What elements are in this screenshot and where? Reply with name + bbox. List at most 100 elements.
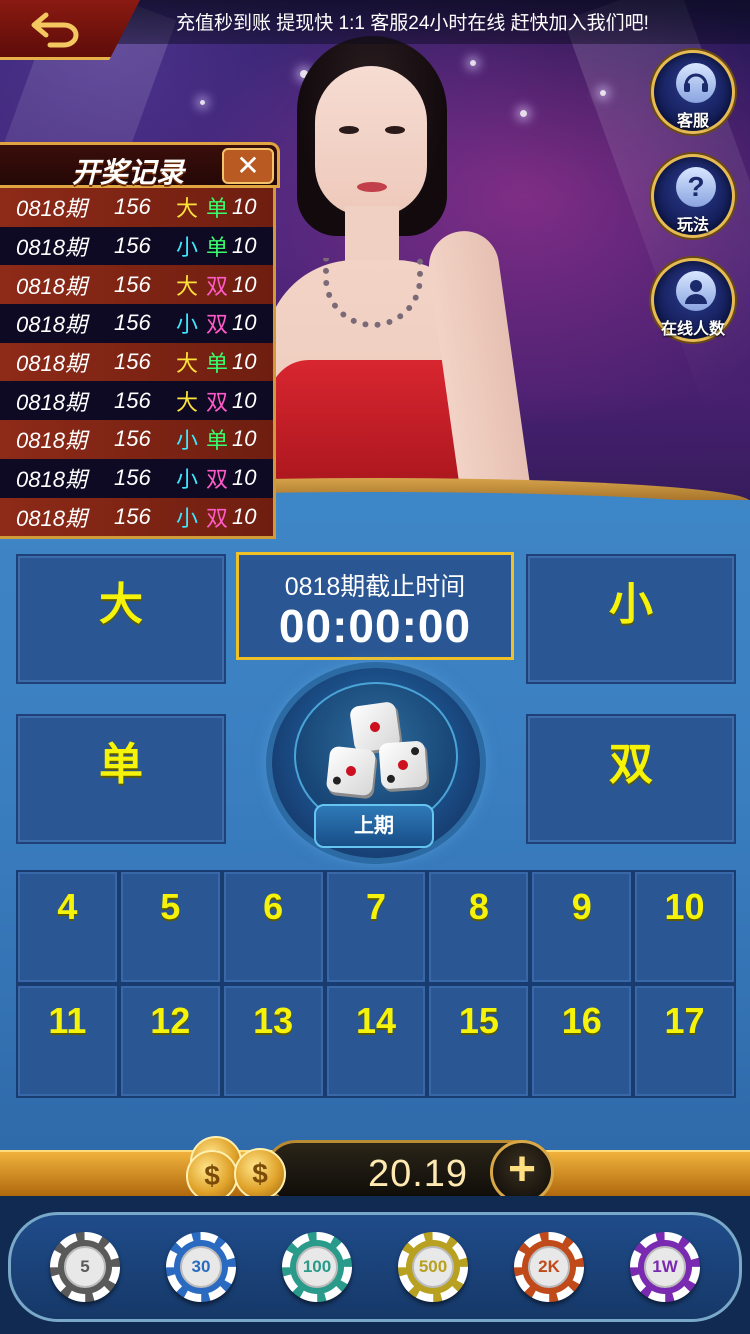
close-history-button[interactable]: ✕ xyxy=(222,148,274,184)
bet-sum-cell[interactable]: 15 xyxy=(429,986,529,1096)
announcement-marquee: 充值秒到账 提现快 1:1 客服24小时在线 赶快加入我们吧! xyxy=(176,13,649,34)
history-parity: 单 xyxy=(205,428,228,454)
bet-sum-label: 8 xyxy=(468,886,489,927)
history-period: 0818期 xyxy=(16,467,87,493)
draw-history-panel: 开奖记录 ✕ 0818期 156 大 单 10 0818期 156 小 单 10… xyxy=(0,142,280,540)
customer-service-button[interactable]: 客服 xyxy=(651,50,735,134)
bet-odd[interactable]: 单 xyxy=(16,714,226,844)
chip-label: 2K xyxy=(528,1246,570,1288)
history-size: 大 xyxy=(175,389,198,415)
history-sum: 156 xyxy=(114,310,151,336)
bet-sum-cell[interactable]: 4 xyxy=(18,872,117,982)
bet-sum-cell[interactable]: 10 xyxy=(635,872,734,982)
bet-sum-label: 11 xyxy=(48,1000,87,1041)
history-size: 小 xyxy=(175,312,198,338)
rules-button[interactable]: ? 玩法 xyxy=(651,154,735,238)
online-users-label: 在线人数 xyxy=(660,321,725,338)
history-period: 0818期 xyxy=(16,428,87,454)
history-row: 0818期 156 小 单 10 xyxy=(0,226,273,266)
bet-even[interactable]: 双 xyxy=(526,714,736,844)
history-value: 10 xyxy=(232,194,257,220)
rules-label: 玩法 xyxy=(676,217,709,234)
bet-sum-label: 17 xyxy=(664,1000,705,1041)
history-row: 0818期 156 小 双 10 xyxy=(0,497,273,537)
dice-button[interactable]: 上期 xyxy=(272,668,480,858)
history-period: 0818期 xyxy=(16,235,87,261)
history-parity: 双 xyxy=(205,467,228,493)
history-parity: 双 xyxy=(205,273,228,299)
chip-100[interactable]: 100 xyxy=(282,1232,352,1302)
close-icon: ✕ xyxy=(236,150,260,181)
stage-light xyxy=(200,100,205,105)
add-funds-button[interactable]: + xyxy=(490,1140,554,1204)
bet-sum-label: 9 xyxy=(571,886,592,927)
history-size: 小 xyxy=(175,428,198,454)
bet-sum-cell[interactable]: 13 xyxy=(223,986,323,1096)
bet-sum-cell[interactable]: 11 xyxy=(18,986,117,1096)
draw-history-list: 0818期 156 大 单 10 0818期 156 小 单 10 0818期 … xyxy=(0,188,276,540)
bet-sum-label: 10 xyxy=(664,886,705,927)
history-sum: 156 xyxy=(114,387,151,413)
history-value: 10 xyxy=(232,233,257,259)
chip-label: 5 xyxy=(64,1246,106,1288)
history-parity: 单 xyxy=(205,351,228,377)
customer-service-label: 客服 xyxy=(676,113,709,130)
countdown-timer: 00:00:00 xyxy=(278,600,472,652)
history-size: 小 xyxy=(175,505,198,531)
history-sum: 156 xyxy=(114,233,151,259)
dice-icon xyxy=(378,740,428,790)
history-sum: 156 xyxy=(114,194,151,220)
history-period: 0818期 xyxy=(16,196,87,222)
chip-2k[interactable]: 2K xyxy=(514,1232,584,1302)
history-value: 10 xyxy=(232,387,257,413)
history-sum: 156 xyxy=(114,271,151,297)
bet-odd-label: 单 xyxy=(99,740,143,789)
history-parity: 双 xyxy=(205,505,228,531)
history-value: 10 xyxy=(232,349,257,375)
chip-label: 100 xyxy=(296,1246,338,1288)
bet-sum-cell[interactable]: 8 xyxy=(429,872,529,982)
history-sum: 156 xyxy=(114,349,151,375)
draw-history-header: 开奖记录 ✕ xyxy=(0,142,280,188)
history-row: 0818期 156 大 双 10 xyxy=(0,381,273,421)
history-row: 0818期 156 小 双 10 xyxy=(0,458,273,498)
history-parity: 单 xyxy=(205,196,228,222)
history-parity: 单 xyxy=(205,235,228,261)
bet-big-label: 大 xyxy=(99,580,143,629)
history-period: 0818期 xyxy=(16,505,87,531)
bet-sum-cell[interactable]: 12 xyxy=(120,986,220,1096)
chip-30[interactable]: 30 xyxy=(166,1232,236,1302)
bet-sum-cell[interactable]: 14 xyxy=(326,986,426,1096)
history-row: 0818期 156 大 双 10 xyxy=(0,265,273,305)
history-size: 大 xyxy=(175,351,198,377)
headset-icon xyxy=(676,63,716,103)
plus-icon: + xyxy=(507,1143,537,1196)
bet-sum-label: 15 xyxy=(458,1000,499,1041)
chip-5[interactable]: 5 xyxy=(50,1232,120,1302)
history-value: 10 xyxy=(232,465,257,491)
bet-sum-cell[interactable]: 17 xyxy=(635,986,734,1096)
bet-sum-cell[interactable]: 6 xyxy=(223,872,323,982)
bet-big[interactable]: 大 xyxy=(16,554,226,684)
chip-500[interactable]: 500 xyxy=(398,1232,468,1302)
bet-sum-cell[interactable]: 5 xyxy=(120,872,220,982)
history-parity: 双 xyxy=(205,389,228,415)
bet-sum-label: 13 xyxy=(253,1000,294,1041)
history-row: 0818期 156 大 单 10 xyxy=(0,188,273,227)
bet-sum-label: 12 xyxy=(150,1000,191,1041)
bet-small-label: 小 xyxy=(609,580,653,629)
history-value: 10 xyxy=(232,310,257,336)
last-round-button[interactable]: 上期 xyxy=(314,804,434,848)
balance-value: 20.19 xyxy=(367,1153,469,1195)
bet-sum-cell[interactable]: 9 xyxy=(532,872,632,982)
stage-light xyxy=(600,90,606,96)
sum-bet-grid: 4 5 6 7 8 9 10 11 12 13 14 15 16 17 xyxy=(16,870,736,1098)
back-arrow-icon xyxy=(31,12,79,47)
history-sum: 156 xyxy=(114,426,151,452)
online-users-button[interactable]: 在线人数 xyxy=(651,258,735,342)
history-parity: 双 xyxy=(205,312,228,338)
bet-sum-cell[interactable]: 16 xyxy=(532,986,632,1096)
chip-1w[interactable]: 1W xyxy=(630,1232,700,1302)
bet-sum-cell[interactable]: 7 xyxy=(326,872,426,982)
bet-small[interactable]: 小 xyxy=(526,554,736,684)
